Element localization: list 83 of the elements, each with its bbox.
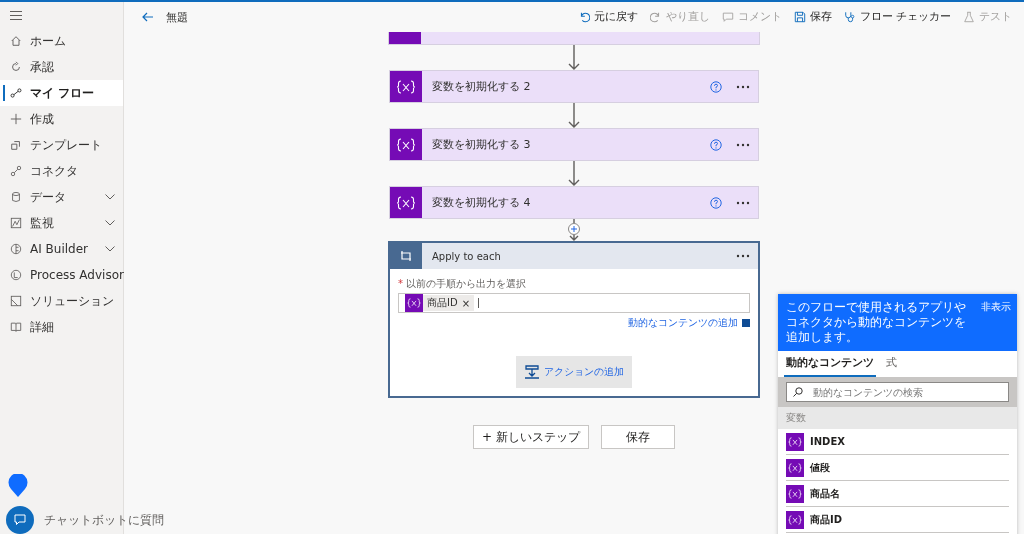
more-icon[interactable]: [736, 254, 750, 258]
connector-icon: [10, 165, 22, 177]
sidebar-item[interactable]: 作成: [0, 106, 123, 132]
hide-button[interactable]: 非表示: [981, 300, 1011, 314]
sidebar-item[interactable]: テンプレート: [0, 132, 123, 158]
chat-icon: [14, 514, 26, 526]
insert-step-connector[interactable]: [567, 219, 581, 241]
template-icon: [10, 139, 22, 151]
variable-item[interactable]: 商品名: [786, 481, 1009, 507]
variable-item[interactable]: 値段: [786, 455, 1009, 481]
search-field[interactable]: 動的なコンテンツの検索: [786, 382, 1009, 402]
variable-icon: [786, 510, 804, 529]
connector-arrow: [567, 161, 581, 186]
connector-arrow: [567, 103, 581, 128]
variable-item[interactable]: INDEX: [786, 429, 1009, 455]
chatbot-button[interactable]: [6, 506, 34, 534]
chart-icon: [10, 217, 22, 229]
chevron-down-icon[interactable]: [105, 194, 115, 200]
save-icon: [793, 11, 806, 23]
variable-item[interactable]: 商品ID: [786, 507, 1009, 533]
toolbar-button[interactable]: 元に戻す: [575, 8, 640, 26]
section-header: 変数: [778, 407, 1017, 429]
variable-icon: [390, 71, 422, 102]
help-icon[interactable]: [710, 80, 722, 93]
action-card[interactable]: 変数を初期化する 3: [389, 128, 759, 161]
toolbar-button[interactable]: 保存: [791, 8, 834, 26]
action-card[interactable]: [388, 32, 760, 45]
tab[interactable]: 式: [884, 351, 899, 377]
home-icon: [10, 35, 22, 47]
back-arrow-icon[interactable]: [142, 12, 154, 22]
variable-icon: [390, 129, 422, 160]
chevron-down-icon[interactable]: [105, 220, 115, 226]
sidebar-item[interactable]: 監視: [0, 210, 123, 236]
flask-icon: [963, 11, 975, 23]
sidebar-item[interactable]: ホーム: [0, 28, 123, 54]
sidebar-item[interactable]: マイ フロー: [0, 80, 123, 106]
action-card[interactable]: 変数を初期化する 4: [389, 186, 759, 219]
add-dynamic-content-link[interactable]: 動的なコンテンツの追加: [628, 316, 750, 330]
sidebar-item[interactable]: コネクタ: [0, 158, 123, 184]
plus-icon: [10, 113, 22, 125]
step-button[interactable]: + 新しいステップ: [473, 425, 589, 449]
chatbot-label: チャットボットに質問: [44, 512, 164, 528]
sidebar-item[interactable]: ソリューション: [0, 288, 123, 314]
token-chip[interactable]: 商品ID ×: [405, 295, 475, 311]
sidebar-item[interactable]: 承認: [0, 54, 123, 80]
sidebar-item[interactable]: データ: [0, 184, 123, 210]
variable-icon: [786, 432, 804, 451]
help-icon[interactable]: [710, 196, 722, 209]
chevron-down-icon[interactable]: [105, 246, 115, 252]
more-icon[interactable]: [736, 84, 750, 89]
process-icon: [10, 269, 22, 281]
variable-icon: [786, 458, 804, 477]
stethoscope-icon: [843, 11, 856, 23]
toolbar-button[interactable]: フロー チェッカー: [841, 8, 953, 26]
field-label: * 以前の手順から出力を選択: [398, 277, 528, 291]
info-text: このフローで使用されるアプリやコネクタから動的なコンテンツを追加します。: [786, 300, 967, 345]
variable-icon: [786, 484, 804, 503]
variable-icon: [390, 187, 422, 218]
connector-arrow: [567, 45, 581, 70]
flow-icon: [10, 87, 22, 99]
brain-icon: [10, 243, 22, 255]
add-action-icon: [524, 365, 540, 379]
variable-icon: [405, 294, 423, 312]
more-icon[interactable]: [736, 200, 750, 205]
sidebar-item[interactable]: 詳細: [0, 314, 123, 340]
database-icon: [10, 191, 22, 203]
output-field[interactable]: 商品ID ×: [398, 293, 750, 313]
flow-title: 無題: [166, 9, 189, 25]
comment-icon: [721, 11, 734, 23]
redo-icon: [649, 11, 662, 23]
sidebar-item[interactable]: AI Builder: [0, 236, 123, 262]
add-action-button[interactable]: アクションの追加: [516, 356, 632, 388]
more-icon[interactable]: [736, 142, 750, 147]
help-icon[interactable]: [710, 138, 722, 151]
card-title: Apply to each: [432, 250, 502, 262]
book-icon: [10, 321, 22, 333]
location-pin-icon: [8, 474, 28, 498]
action-card[interactable]: 変数を初期化する 2: [389, 70, 759, 103]
refresh-icon: [10, 61, 22, 73]
sidebar-item[interactable]: Process Advisor: [0, 262, 123, 288]
solution-icon: [10, 295, 22, 307]
step-button[interactable]: 保存: [600, 425, 675, 449]
menu-icon[interactable]: [10, 11, 22, 20]
